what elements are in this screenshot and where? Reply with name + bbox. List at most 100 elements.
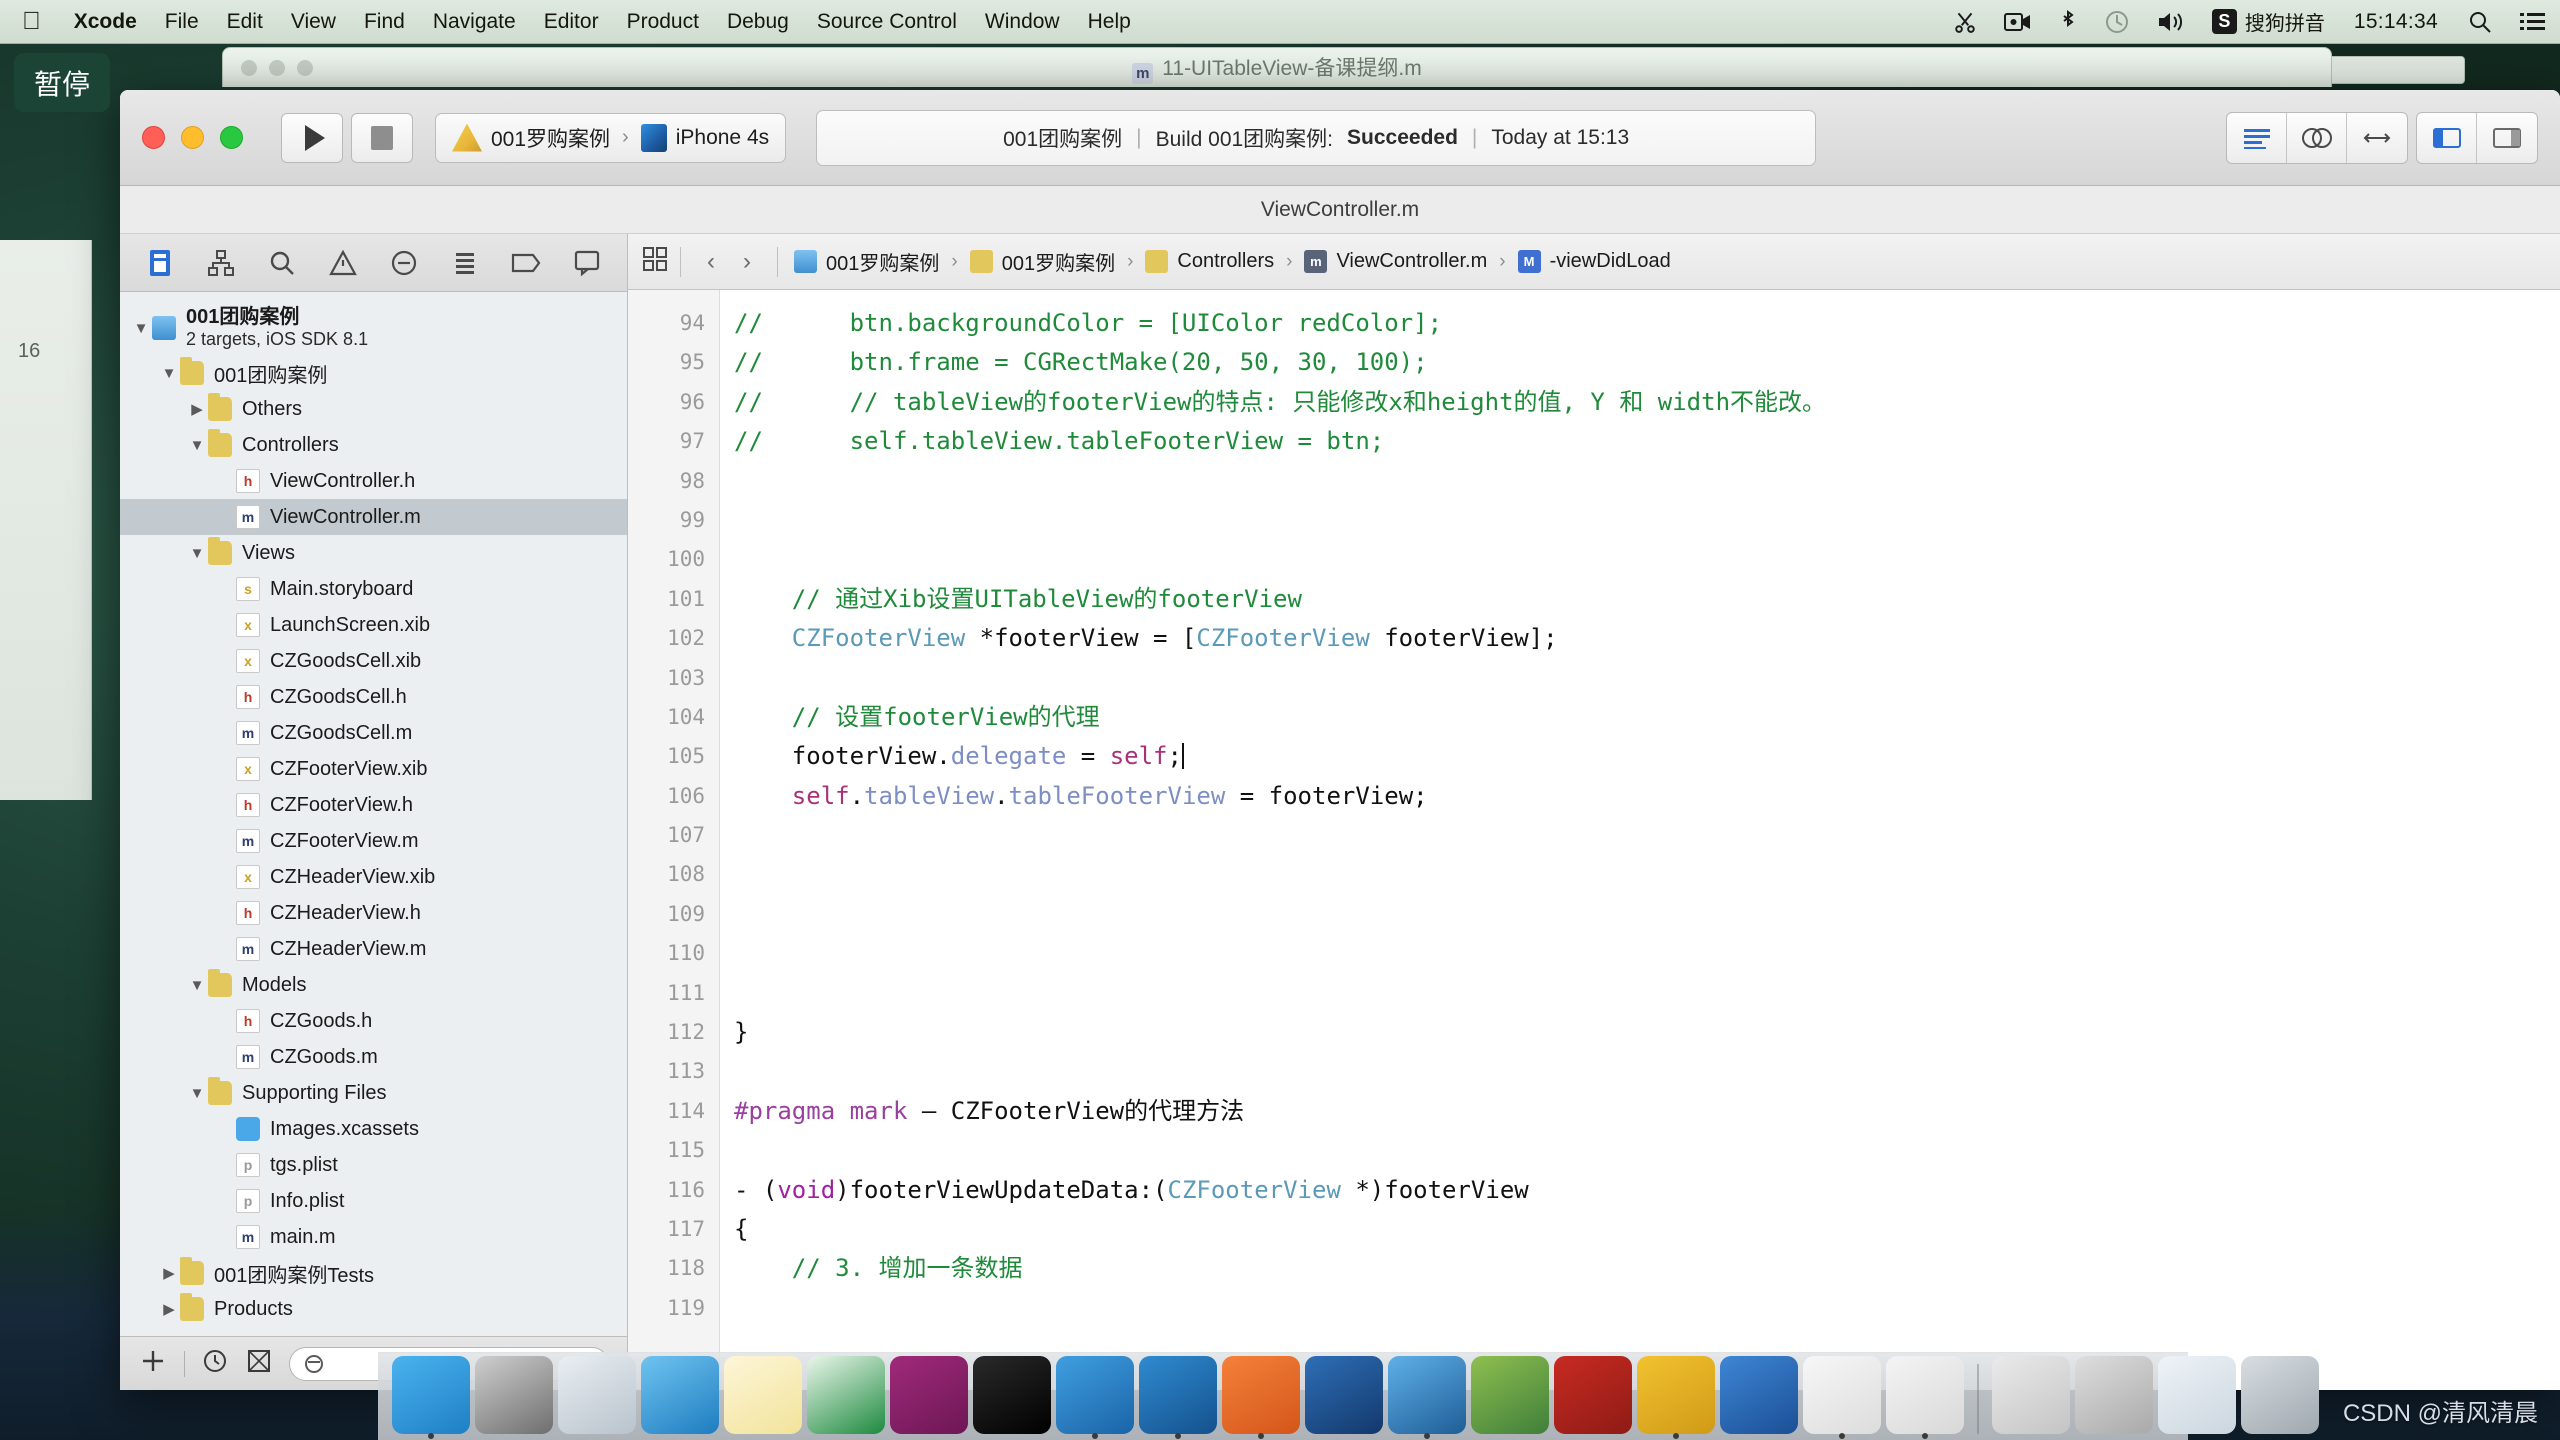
code-line[interactable]: // // tableView的footerView的特点: 只能修改x和hei… <box>734 383 2560 422</box>
disclosure-collapsed-icon[interactable]: ▶ <box>186 400 208 418</box>
dock-item-notes[interactable] <box>724 1356 802 1434</box>
menu-item-edit[interactable]: Edit <box>213 10 277 34</box>
bluetooth-icon[interactable] <box>2045 9 2091 35</box>
disclosure-collapsed-icon[interactable]: ▶ <box>158 1264 180 1282</box>
dock-item-downloads-folder[interactable] <box>2075 1356 2153 1434</box>
disclosure-expanded-icon[interactable]: ▼ <box>186 1085 208 1102</box>
dock-item-excel[interactable] <box>807 1356 885 1434</box>
code-line[interactable]: // 设置footerView的代理 <box>734 698 2560 737</box>
menu-item-debug[interactable]: Debug <box>713 10 803 34</box>
project-file-tree[interactable]: ▼ 001团购案例 2 targets, iOS SDK 8.1 ▼ 001团购案例 ▶ O… <box>120 292 627 1336</box>
dock-item-photos[interactable] <box>1471 1356 1549 1434</box>
volume-icon[interactable] <box>2143 9 2199 35</box>
code-line[interactable]: // 通过Xib设置UITableView的footerView <box>734 580 2560 619</box>
report-navigator-icon[interactable] <box>564 243 610 283</box>
tree-item[interactable]: ▼ 001团购案例 2 targets, iOS SDK 8.1 <box>120 301 627 355</box>
dock-item-trash[interactable] <box>2241 1356 2319 1434</box>
hide-navigator-icon[interactable] <box>2417 112 2477 163</box>
tree-item[interactable]: ▶ Others <box>120 391 627 427</box>
breadcrumb-item[interactable]: m ViewController.m <box>1300 250 1491 273</box>
search-navigator-icon[interactable] <box>259 243 305 283</box>
code-line[interactable]: { <box>734 1210 2560 1249</box>
menu-item-editor[interactable]: Editor <box>530 10 613 34</box>
code-line[interactable] <box>734 974 2560 1013</box>
run-button[interactable] <box>281 112 343 163</box>
disclosure-expanded-icon[interactable]: ▼ <box>158 365 180 382</box>
menu-item-help[interactable]: Help <box>1074 10 1145 34</box>
list-icon[interactable] <box>2506 10 2560 34</box>
menu-bar-clock[interactable]: 15:14:34 <box>2338 10 2454 34</box>
test-navigator-icon[interactable] <box>381 243 427 283</box>
tree-item[interactable]: ▼ 001团购案例 <box>120 355 627 391</box>
tree-item[interactable]: ▼ Views <box>120 535 627 571</box>
tree-item[interactable]: ▼ Controllers <box>120 427 627 463</box>
stop-button[interactable] <box>351 112 413 163</box>
source-editor[interactable]: 94 95 96 97 98 99 100 101 102 103 104 105 106 107 108 1… <box>628 290 2560 1390</box>
close-button[interactable] <box>142 126 165 149</box>
scheme-selector[interactable]: 001罗购案例 › iPhone 4s <box>435 112 787 163</box>
menu-item-view[interactable]: View <box>277 10 350 34</box>
code-line[interactable] <box>734 816 2560 855</box>
tree-item[interactable]: ▼ Models <box>120 967 627 1003</box>
tree-item[interactable]: ▼xLaunchScreen.xib <box>120 607 627 643</box>
breadcrumb-item[interactable]: 001罗购案例 <box>966 247 1119 276</box>
menu-item-product[interactable]: Product <box>613 10 713 34</box>
code-line[interactable]: // btn.frame = CGRectMake(20, 50, 30, 10… <box>734 343 2560 382</box>
tree-item[interactable]: ▼mCZGoods.m <box>120 1039 627 1075</box>
code-line[interactable] <box>734 1289 2560 1328</box>
dock-item-terminal[interactable] <box>973 1356 1051 1434</box>
assistant-editor-icon[interactable] <box>2287 112 2347 163</box>
issue-navigator-icon[interactable] <box>320 243 366 283</box>
tree-item[interactable]: ▼hViewController.h <box>120 463 627 499</box>
background-window-titlebar[interactable]: m 11-UITableView-备课提纲.m <box>222 47 2332 87</box>
tree-item[interactable]: ▼sMain.storyboard <box>120 571 627 607</box>
breadcrumb[interactable]: 001罗购案例 › 001罗购案例 › Controllers › m ViewControl… <box>790 247 1675 276</box>
tree-item[interactable]: ▼mCZHeaderView.m <box>120 931 627 967</box>
dock-item-finder[interactable] <box>392 1356 470 1439</box>
source-control-filter-icon[interactable] <box>245 1347 273 1380</box>
tree-item[interactable]: ▼hCZHeaderView.h <box>120 895 627 931</box>
code-line[interactable] <box>734 501 2560 540</box>
code-line[interactable]: } <box>734 1013 2560 1052</box>
pause-overlay-badge[interactable]: 暂停 <box>14 53 110 112</box>
plus-icon[interactable] <box>138 1346 168 1381</box>
tree-item[interactable]: ▼xCZFooterView.xib <box>120 751 627 787</box>
code-text-area[interactable]: // btn.backgroundColor = [UIColor redCol… <box>720 290 2560 1390</box>
menu-item-source-control[interactable]: Source Control <box>803 10 971 34</box>
tree-item[interactable]: ▼mCZFooterView.m <box>120 823 627 859</box>
dock-item-document-stack[interactable] <box>1992 1356 2070 1434</box>
dock-item-quicktime[interactable] <box>1388 1356 1466 1439</box>
related-items-icon[interactable] <box>642 246 668 278</box>
tree-item[interactable]: ▼pInfo.plist <box>120 1183 627 1219</box>
code-line[interactable]: CZFooterView *footerView = [CZFooterView… <box>734 619 2560 658</box>
breadcrumb-item[interactable]: Controllers <box>1141 250 1278 273</box>
debug-navigator-icon[interactable] <box>442 243 488 283</box>
zoom-button[interactable] <box>220 126 243 149</box>
menu-item-find[interactable]: Find <box>350 10 419 34</box>
disclosure-expanded-icon[interactable]: ▼ <box>130 320 152 337</box>
ime-indicator[interactable]: S 搜狗拼音 <box>2199 7 2338 36</box>
code-line[interactable] <box>734 934 2560 973</box>
tree-item[interactable]: ▼hCZFooterView.h <box>120 787 627 823</box>
code-line[interactable] <box>734 1131 2560 1170</box>
tree-item[interactable]: ▼xCZHeaderView.xib <box>120 859 627 895</box>
tree-item[interactable]: ▼xCZGoodsCell.xib <box>120 643 627 679</box>
code-line[interactable]: - (void)footerViewUpdateData:(CZFooterVi… <box>734 1171 2560 1210</box>
menu-item-window[interactable]: Window <box>971 10 1074 34</box>
code-line[interactable] <box>734 540 2560 579</box>
dock-item-launchpad[interactable] <box>558 1356 636 1434</box>
disclosure-collapsed-icon[interactable]: ▶ <box>158 1300 180 1318</box>
dock-item-safari[interactable] <box>641 1356 719 1434</box>
menu-item-file[interactable]: File <box>151 10 213 34</box>
hide-utilities-icon[interactable] <box>2477 113 2537 163</box>
dock-item-xcode-beta[interactable] <box>1139 1356 1217 1439</box>
time-machine-icon[interactable] <box>2091 9 2143 35</box>
clock-icon[interactable] <box>201 1347 229 1380</box>
tree-item[interactable]: ▼mmain.m <box>120 1219 627 1255</box>
tree-item[interactable]: ▼mViewController.m <box>120 499 627 535</box>
dock-item-onenote[interactable] <box>890 1356 968 1434</box>
tree-item[interactable]: ▼hCZGoodsCell.h <box>120 679 627 715</box>
dock-item-snipaste[interactable] <box>1305 1356 1383 1434</box>
code-line[interactable]: // 3. 增加一条数据 <box>734 1249 2560 1288</box>
version-editor-icon[interactable] <box>2347 113 2407 163</box>
